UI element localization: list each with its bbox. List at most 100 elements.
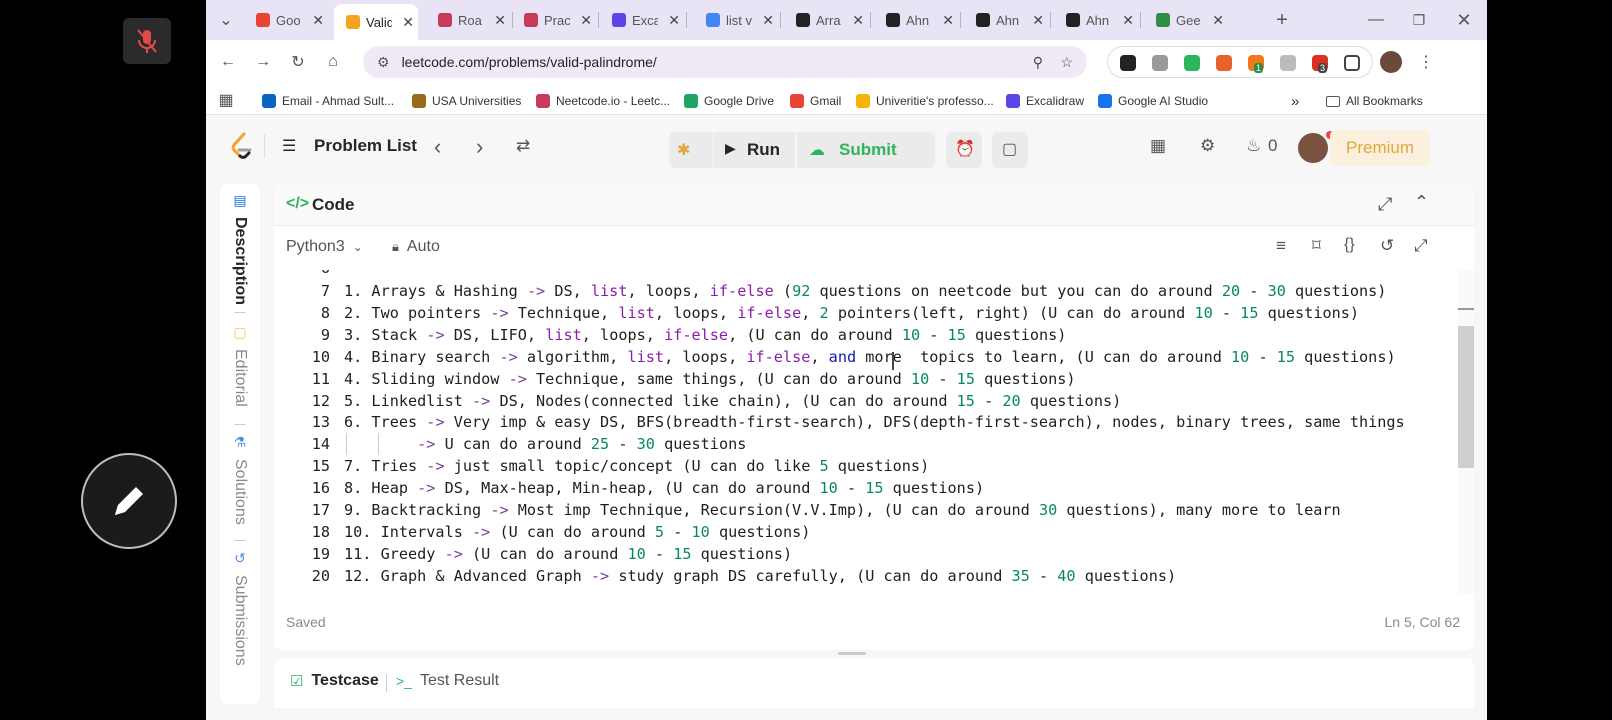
- format-code-icon[interactable]: ≡: [1276, 236, 1286, 256]
- close-window-icon[interactable]: ✕: [1452, 8, 1476, 32]
- timer-button[interactable]: ⏰: [946, 132, 982, 168]
- browser-tab[interactable]: Goo ✕: [244, 6, 328, 34]
- puzzle-extensions-icon[interactable]: [1344, 55, 1360, 71]
- code-line[interactable]: 19 11. Greedy -> (U can do around 10 - 15…: [274, 543, 1444, 566]
- leetcode-logo-icon[interactable]: [230, 132, 252, 160]
- close-tab-icon[interactable]: ✕: [494, 12, 506, 29]
- badge-extension-icon[interactable]: 1: [1248, 55, 1264, 73]
- close-tab-icon[interactable]: ✕: [762, 12, 774, 29]
- new-tab-button[interactable]: +: [1270, 8, 1294, 32]
- home-icon[interactable]: ⌂: [321, 50, 345, 74]
- browser-tab[interactable]: Valid ✕: [334, 4, 418, 40]
- tab-solutions[interactable]: ⚗ Solutions: [220, 434, 260, 525]
- bookmark-item[interactable]: Gmail: [790, 92, 841, 110]
- bookmark-item[interactable]: Google AI Studio: [1098, 92, 1208, 110]
- all-bookmarks-folder[interactable]: All Bookmarks: [1326, 92, 1423, 110]
- code-line[interactable]: 7 1. Arrays & Hashing -> DS, list, loops,…: [274, 280, 1444, 303]
- mail-extension-icon[interactable]: [1280, 55, 1296, 71]
- reload-icon[interactable]: ↻: [286, 50, 310, 74]
- maximize-panel-icon[interactable]: ⤢: [1378, 194, 1392, 215]
- bookmark-item[interactable]: USA Universities: [412, 92, 521, 110]
- code-line[interactable]: 13 6. Trees -> Very imp & easy DS, BFS(br…: [274, 411, 1444, 434]
- tab-description[interactable]: ▤ Description: [220, 192, 260, 305]
- close-tab-icon[interactable]: ✕: [1122, 12, 1134, 29]
- reset-code-icon[interactable]: ↺: [1380, 236, 1394, 256]
- code-line[interactable]: 12 5. Linkedlist -> DS, Nodes(connected l…: [274, 390, 1444, 413]
- code-line[interactable]: 16 8. Heap -> DS, Max-heap, Min-heap, (U …: [274, 477, 1444, 500]
- more-bookmarks-chevron[interactable]: »: [1291, 92, 1299, 110]
- problem-list-icon[interactable]: ☰: [282, 136, 296, 156]
- bookmark-item[interactable]: Neetcode.io - Leetc...: [536, 92, 670, 110]
- browser-tab[interactable]: Ahn ✕: [964, 6, 1048, 34]
- close-tab-icon[interactable]: ✕: [1212, 12, 1224, 29]
- bookmark-item[interactable]: Excalidraw: [1006, 92, 1084, 110]
- site-info-icon[interactable]: ⚙: [377, 54, 390, 71]
- code-line[interactable]: 14 -> U can do around 25 - 30 questions: [274, 433, 1444, 456]
- back-arrow-icon[interactable]: ←: [216, 50, 240, 74]
- kebab-menu-icon[interactable]: ⋮: [1414, 50, 1438, 74]
- pen-extension-icon[interactable]: [1120, 55, 1136, 71]
- zoom-icon[interactable]: ⚲: [1033, 54, 1043, 71]
- eye-extension-icon[interactable]: [1184, 55, 1200, 71]
- previous-problem-icon[interactable]: ‹: [434, 134, 441, 160]
- fullscreen-icon[interactable]: ⤢: [1414, 236, 1428, 256]
- code-line[interactable]: 6: [274, 270, 1444, 280]
- tab-testcase[interactable]: ☑ Testcase: [290, 672, 379, 690]
- close-tab-icon[interactable]: ✕: [852, 12, 864, 29]
- grey-extension-icon[interactable]: [1152, 55, 1168, 71]
- layout-grid-icon[interactable]: ▦: [1150, 136, 1166, 156]
- code-line[interactable]: 20 12. Graph & Advanced Graph -> study gr…: [274, 565, 1444, 588]
- code-line[interactable]: 11 4. Sliding window -> Technique, same t…: [274, 368, 1444, 391]
- browser-tab[interactable]: Ahn ✕: [874, 6, 958, 34]
- minimize-icon[interactable]: —: [1364, 8, 1388, 32]
- code-editor[interactable]: 6 7 1. Arrays & Hashing -> DS, list, loops…: [274, 270, 1444, 594]
- bookmark-item[interactable]: Email - Ahmad Sult...: [262, 92, 394, 110]
- debug-bug-icon[interactable]: ✱: [677, 140, 690, 160]
- browser-tab[interactable]: Roa ✕: [426, 6, 510, 34]
- code-line[interactable]: 8 2. Two pointers -> Technique, list, loo…: [274, 302, 1444, 325]
- curly-braces-icon[interactable]: {}: [1344, 236, 1355, 254]
- code-line[interactable]: 9 3. Stack -> DS, LIFO, list, loops, if-e…: [274, 324, 1444, 347]
- browser-tab[interactable]: Exca ✕: [600, 6, 684, 34]
- code-line[interactable]: 15 7. Tries -> just small topic/concept (…: [274, 455, 1444, 478]
- tab-test-result[interactable]: >_ Test Result: [396, 672, 499, 690]
- mute-mic-button[interactable]: [123, 18, 171, 64]
- browser-tab[interactable]: Arra ✕: [784, 6, 868, 34]
- red-extension-icon[interactable]: 3: [1312, 55, 1328, 73]
- settings-gear-icon[interactable]: ⚙: [1200, 136, 1215, 156]
- close-tab-icon[interactable]: ✕: [312, 12, 324, 29]
- apps-grid-icon[interactable]: ▦: [214, 88, 238, 112]
- language-select[interactable]: Python3 ⌄: [286, 238, 363, 256]
- browser-tab[interactable]: Prac ✕: [512, 6, 596, 34]
- code-line[interactable]: 18 10. Intervals -> (U can do around 5 - …: [274, 521, 1444, 544]
- code-line[interactable]: 10 4. Binary search -> algorithm, list, l…: [274, 346, 1444, 369]
- notes-button[interactable]: ▢: [992, 132, 1028, 168]
- restore-window-icon[interactable]: ❐: [1407, 8, 1431, 32]
- close-tab-icon[interactable]: ✕: [942, 12, 954, 29]
- bookmark-item[interactable]: Univeritie's professo...: [856, 92, 994, 110]
- tab-search-chevron-icon[interactable]: ⌄: [214, 8, 238, 32]
- streak-fire-icon[interactable]: ♨: [1246, 136, 1261, 156]
- bookmark-item[interactable]: Google Drive: [684, 92, 774, 110]
- forward-arrow-icon[interactable]: →: [251, 50, 275, 74]
- panel-resize-handle[interactable]: [838, 652, 866, 655]
- orange-extension-icon[interactable]: [1216, 55, 1232, 71]
- editor-scrollbar-thumb[interactable]: [1458, 326, 1474, 468]
- code-line[interactable]: 17 9. Backtracking -> Most imp Technique,…: [274, 499, 1444, 522]
- next-problem-icon[interactable]: ›: [476, 134, 483, 160]
- submit-button[interactable]: Submit: [839, 140, 897, 160]
- user-avatar[interactable]: [1298, 131, 1334, 163]
- run-button[interactable]: Run: [747, 140, 780, 160]
- close-tab-icon[interactable]: ✕: [1032, 12, 1044, 29]
- tab-submissions[interactable]: ↺ Submissions: [220, 550, 260, 666]
- bookmark-star-icon[interactable]: ☆: [1060, 54, 1073, 71]
- annotate-pencil-button[interactable]: [81, 453, 177, 549]
- auto-mode-toggle[interactable]: 🔒︎ Auto: [392, 238, 440, 256]
- close-tab-icon[interactable]: ✕: [668, 12, 680, 29]
- problem-list-button[interactable]: Problem List: [314, 136, 417, 156]
- browser-tab[interactable]: Gee ✕: [1144, 6, 1228, 34]
- browser-tab[interactable]: Ahn ✕: [1054, 6, 1138, 34]
- address-bar[interactable]: ⚙ leetcode.com/problems/valid-palindrome…: [363, 46, 1087, 78]
- close-tab-icon[interactable]: ✕: [402, 14, 414, 31]
- close-tab-icon[interactable]: ✕: [580, 12, 592, 29]
